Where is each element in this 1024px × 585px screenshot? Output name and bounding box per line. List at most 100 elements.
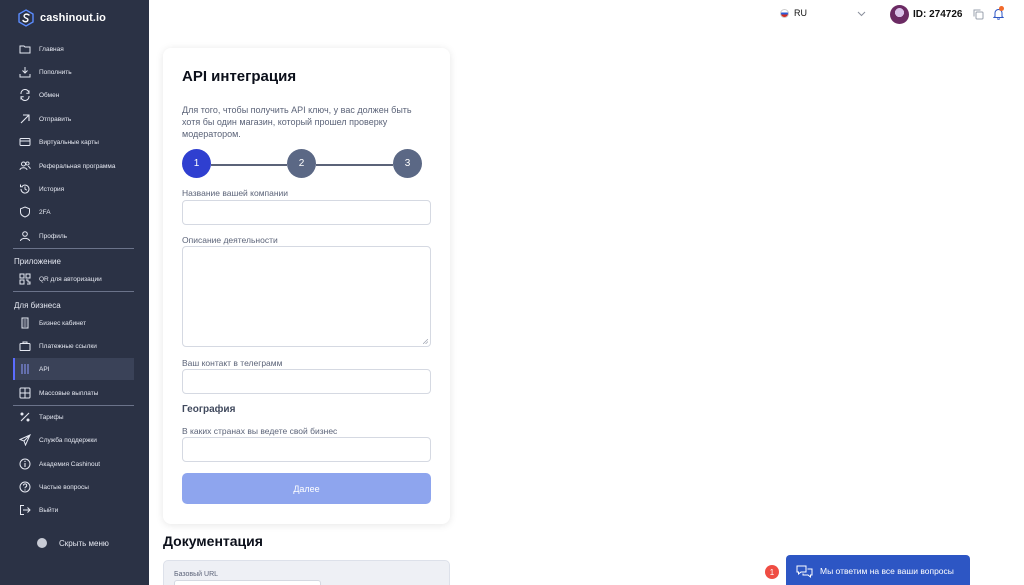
sidebar: cashinout.io Главная Пополнить Обмен Отп… — [0, 0, 149, 585]
sidebar-item-api[interactable]: API — [13, 358, 134, 380]
sidebar-item-payment-links[interactable]: Платежные ссылки — [13, 335, 134, 357]
sidebar-item-label: QR для авторизации — [39, 275, 102, 283]
sidebar-item-label: Пополнить — [39, 68, 72, 76]
shield-icon — [20, 206, 30, 218]
sidebar-item-history[interactable]: История — [13, 178, 134, 200]
sidebar-item-faq[interactable]: Частые вопросы — [13, 476, 134, 498]
sidebar-item-label: Тарифы — [39, 413, 64, 421]
logo-icon — [18, 9, 34, 27]
chat-bubbles-icon — [796, 565, 813, 578]
russia-flag-icon — [780, 8, 789, 18]
briefcase-icon — [19, 341, 31, 351]
api-icon — [21, 364, 29, 374]
sidebar-item-2fa[interactable]: 2FA — [13, 201, 134, 223]
sidebar-item-label: Платежные ссылки — [39, 342, 97, 350]
sidebar-item-profile[interactable]: Профиль — [13, 225, 134, 247]
building-icon — [21, 317, 29, 329]
sidebar-item-label: Профиль — [39, 232, 68, 240]
section-label-business: Для бизнеса — [14, 301, 61, 310]
arrow-up-right-icon — [20, 114, 30, 124]
percent-icon — [20, 412, 30, 422]
section-label-app: Приложение — [14, 257, 61, 266]
users-icon — [19, 161, 31, 171]
step-1: 1 — [182, 149, 211, 178]
telegram-contact-input[interactable] — [182, 369, 431, 394]
card-icon — [19, 138, 31, 146]
page-title: API интеграция — [182, 68, 297, 85]
sidebar-divider — [13, 248, 134, 249]
sidebar-item-exchange[interactable]: Обмен — [13, 84, 134, 106]
sidebar-divider — [13, 291, 134, 292]
sidebar-item-label: 2FA — [39, 208, 51, 216]
card-description: Для того, чтобы получить API ключ, у вас… — [182, 105, 412, 139]
step-connector — [316, 164, 393, 166]
sidebar-item-label: Реферальная программа — [39, 162, 116, 170]
sidebar-item-referral[interactable]: Реферальная программа — [13, 155, 134, 177]
folder-icon — [19, 45, 31, 54]
sidebar-item-label: Выйти — [39, 506, 59, 514]
sidebar-item-label: Бизнес кабинет — [39, 319, 87, 327]
sidebar-item-mass-payouts[interactable]: Массовые выплаты — [13, 382, 134, 404]
sidebar-item-label: Главная — [39, 45, 64, 53]
chat-button[interactable]: Мы ответим на все ваши вопросы — [786, 555, 970, 585]
notification-badge — [999, 6, 1004, 11]
hide-menu-button[interactable]: Скрыть меню — [37, 538, 109, 548]
activity-description-textarea[interactable] — [182, 246, 431, 347]
activity-description-label: Описание деятельности — [182, 235, 278, 245]
avatar[interactable] — [890, 5, 909, 24]
user-id: ID: 274726 — [913, 9, 963, 20]
company-name-input[interactable] — [182, 200, 431, 225]
sidebar-item-business-cabinet[interactable]: Бизнес кабинет — [13, 312, 134, 334]
sidebar-item-label: API — [39, 365, 50, 373]
sidebar-item-label: Служба поддержки — [39, 436, 97, 444]
sidebar-item-label: Академия Cashinout — [39, 460, 101, 468]
step-2: 2 — [287, 149, 316, 178]
sidebar-item-virtual-cards[interactable]: Виртуальные карты — [13, 131, 134, 153]
telegram-contact-label: Ваш контакт в телеграмм — [182, 358, 283, 368]
countries-input[interactable] — [182, 437, 431, 462]
grid-icon — [19, 387, 31, 399]
language-selector[interactable]: RU — [780, 8, 807, 18]
step-3: 3 — [393, 149, 422, 178]
geography-title: География — [182, 404, 236, 415]
chat-button-label: Мы ответим на все ваши вопросы — [820, 566, 954, 576]
sidebar-item-qr[interactable]: QR для авторизации — [13, 268, 134, 290]
info-icon — [19, 458, 31, 470]
base-url-field[interactable] — [174, 580, 321, 585]
sidebar-item-support[interactable]: Служба поддержки — [13, 429, 134, 451]
documentation-panel: Базовый URL — [163, 560, 450, 585]
chevron-down-icon[interactable] — [857, 9, 866, 18]
step-connector — [211, 164, 287, 166]
sidebar-item-label: Частые вопросы — [39, 483, 89, 491]
sidebar-item-logout[interactable]: Выйти — [13, 499, 134, 521]
sidebar-item-home[interactable]: Главная — [13, 38, 134, 60]
logout-icon — [20, 505, 31, 515]
copy-icon[interactable] — [973, 9, 984, 20]
resize-handle-icon[interactable] — [423, 339, 428, 344]
next-button[interactable]: Далее — [182, 473, 431, 504]
send-icon — [19, 434, 31, 446]
sidebar-item-label: История — [39, 185, 65, 193]
sidebar-item-label: Отправить — [39, 115, 72, 123]
chat-unread-badge[interactable]: 1 — [765, 565, 779, 579]
stepper: 1 2 3 — [182, 149, 422, 179]
sidebar-item-label: Виртуальные карты — [39, 138, 99, 146]
user-icon — [20, 231, 30, 242]
sidebar-item-label: Обмен — [39, 91, 60, 99]
sidebar-item-label: Массовые выплаты — [39, 389, 99, 397]
hide-menu-label: Скрыть меню — [59, 538, 109, 548]
api-integration-card: API интеграция Для того, чтобы получить … — [163, 48, 450, 524]
language-label: RU — [794, 8, 807, 18]
sidebar-item-tariffs[interactable]: Тарифы — [13, 406, 134, 428]
logo[interactable]: cashinout.io — [18, 9, 106, 27]
sidebar-item-send[interactable]: Отправить — [13, 108, 134, 130]
history-icon — [20, 184, 30, 194]
countries-label: В каких странах вы ведете свой бизнес — [182, 426, 338, 436]
toggle-icon — [37, 538, 47, 548]
sidebar-item-academy[interactable]: Академия Cashinout — [13, 453, 134, 475]
refresh-icon — [20, 89, 30, 101]
download-icon — [19, 67, 31, 78]
sidebar-item-deposit[interactable]: Пополнить — [13, 61, 134, 83]
documentation-title: Документация — [163, 533, 263, 549]
base-url-label: Базовый URL — [174, 571, 219, 578]
